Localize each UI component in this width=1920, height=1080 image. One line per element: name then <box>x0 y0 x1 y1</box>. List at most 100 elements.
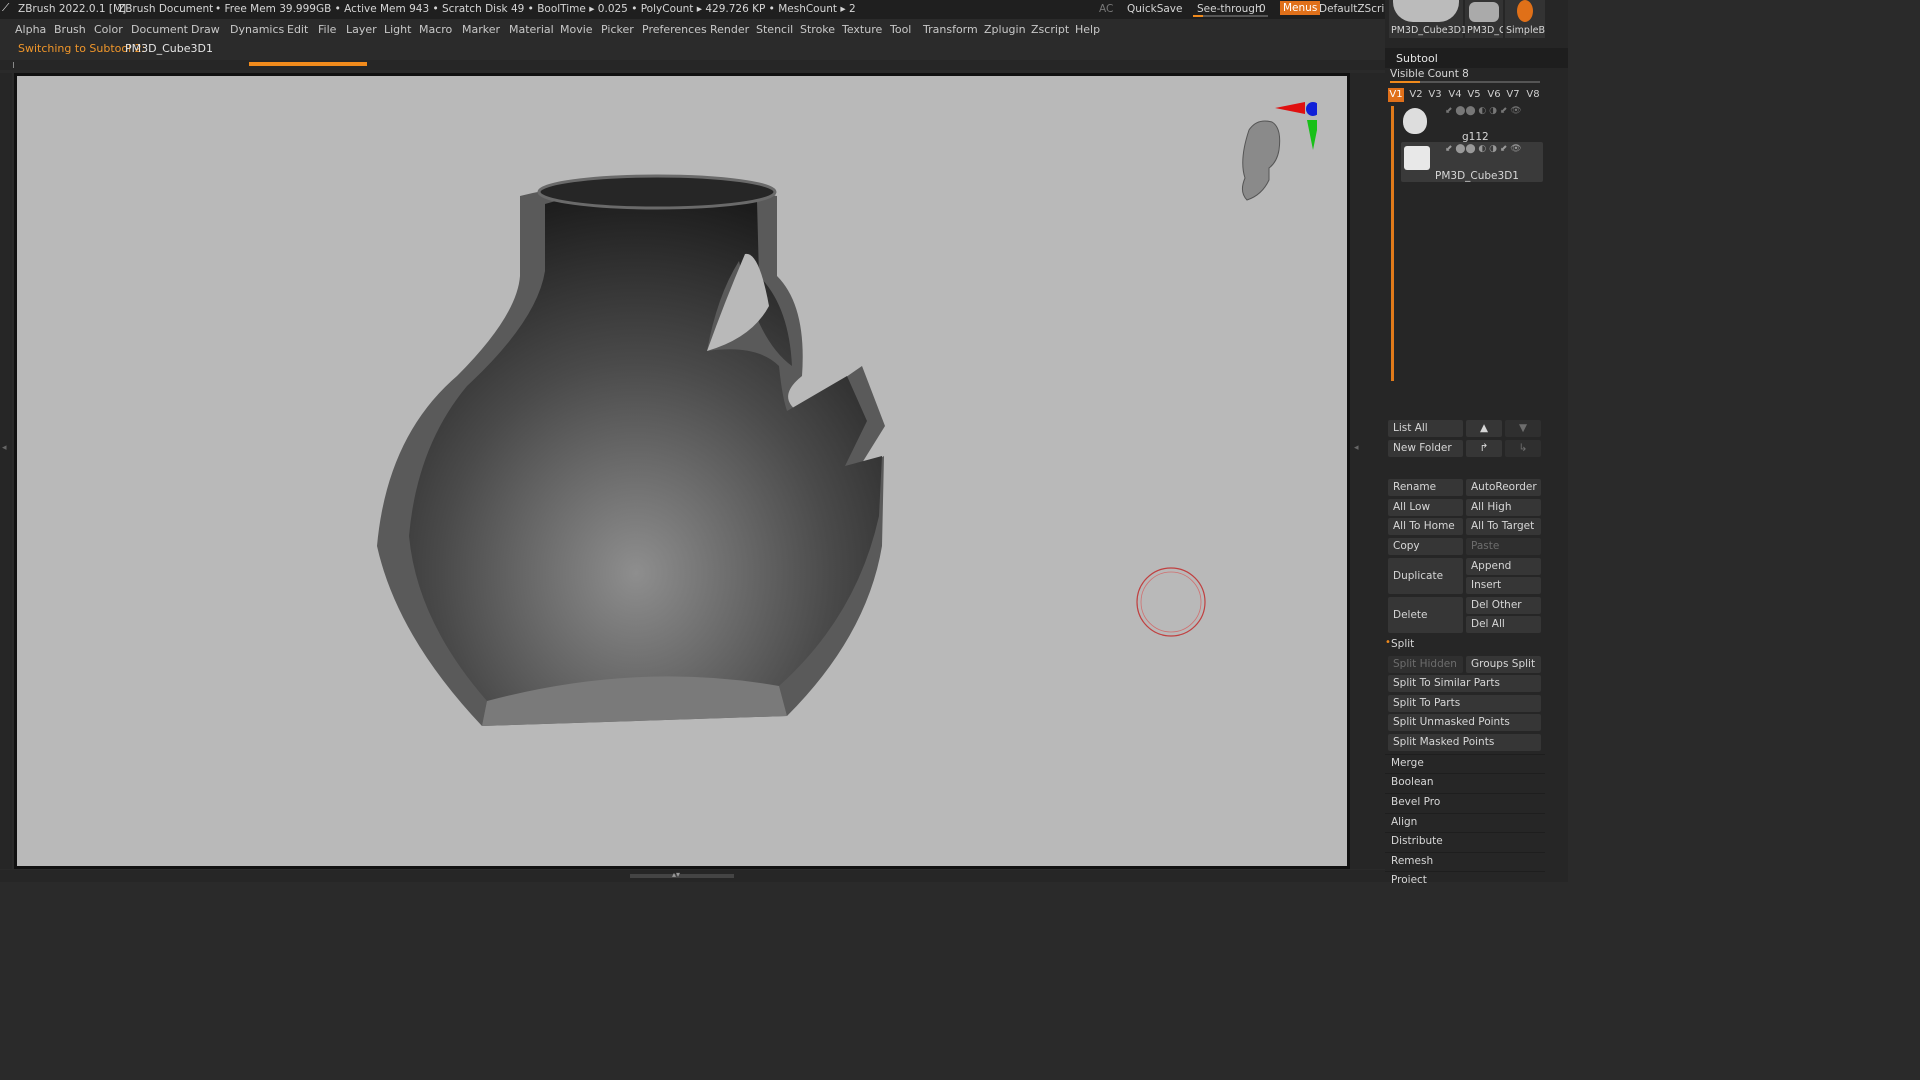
canvas-viewport[interactable] <box>17 76 1347 866</box>
menu-tool[interactable]: Tool <box>890 23 911 36</box>
remesh-section[interactable]: Remesh <box>1385 852 1545 871</box>
menu-picker[interactable]: Picker <box>601 23 634 36</box>
insert-button[interactable]: Insert <box>1466 577 1541 594</box>
menu-edit[interactable]: Edit <box>287 23 308 36</box>
menu-layer[interactable]: Layer <box>346 23 377 36</box>
right-shelf-arrow-icon[interactable]: ◂ <box>1354 443 1359 453</box>
all-low-button[interactable]: All Low <box>1388 499 1463 516</box>
menu-brush[interactable]: Brush <box>54 23 86 36</box>
bevel-pro-section[interactable]: Bevel Pro <box>1385 793 1545 812</box>
split-section-header[interactable]: • Split <box>1385 637 1545 653</box>
duplicate-button[interactable]: Duplicate <box>1388 558 1463 594</box>
vtab-v2[interactable]: V2 <box>1408 88 1424 102</box>
visible-count-label: Visible Count 8 <box>1390 68 1469 80</box>
bevel-pro-label: Bevel Pro <box>1391 796 1441 808</box>
subtool-header[interactable]: Subtool <box>1385 48 1568 68</box>
auto-reorder-button[interactable]: AutoReorder <box>1466 479 1541 496</box>
bottom-shelf-arrow-icon[interactable]: ▴▾ <box>672 870 680 879</box>
tool-thumb-3[interactable]: SimpleB <box>1505 0 1545 38</box>
groups-split-button[interactable]: Groups Split <box>1466 656 1541 673</box>
vtab-v8[interactable]: V8 <box>1525 88 1541 102</box>
menus-toggle[interactable]: Menus <box>1280 1 1321 15</box>
all-to-target-button[interactable]: All To Target <box>1466 518 1541 535</box>
left-shelf-arrow-icon[interactable]: ◂ <box>2 443 7 453</box>
move-up-icon[interactable]: ▲ <box>1466 420 1502 437</box>
tool-thumb-1[interactable]: PM3D_Cube3D1 <box>1389 0 1467 38</box>
move-down-icon[interactable]: ▼ <box>1505 420 1541 437</box>
delete-button[interactable]: Delete <box>1388 597 1463 633</box>
tool-thumb-2[interactable]: PM3D_C <box>1465 0 1503 38</box>
menu-zplugin[interactable]: Zplugin <box>984 23 1026 36</box>
menu-document[interactable]: Document <box>131 23 188 36</box>
menu-zscript[interactable]: Zscript <box>1031 23 1069 36</box>
merge-section[interactable]: Merge <box>1385 754 1545 773</box>
rename-button[interactable]: Rename <box>1388 479 1463 496</box>
menu-file[interactable]: File <box>318 23 336 36</box>
subtool-pm3d-cube-icons[interactable]: ⬋ ⬤⬤ ◐ ◑ ⬋ 👁 <box>1445 144 1522 154</box>
vtab-v3[interactable]: V3 <box>1427 88 1443 102</box>
default-zscript-button[interactable]: DefaultZScript <box>1319 3 1395 15</box>
tool-thumb-1-image <box>1393 0 1459 22</box>
all-high-button[interactable]: All High <box>1466 499 1541 516</box>
split-to-parts-button[interactable]: Split To Parts <box>1388 695 1541 712</box>
menu-dynamics[interactable]: Dynamics <box>230 23 284 36</box>
memory-stats: • Free Mem 39.999GB • Active Mem 943 • S… <box>215 3 856 15</box>
all-to-home-button[interactable]: All To Home <box>1388 518 1463 535</box>
split-hidden-button[interactable]: Split Hidden <box>1388 656 1463 673</box>
boolean-section[interactable]: Boolean <box>1385 773 1545 792</box>
menu-color[interactable]: Color <box>94 23 123 36</box>
zbrush-logo-icon: ⟋ <box>2 2 10 14</box>
list-all-button[interactable]: List All <box>1388 420 1463 437</box>
folder-arrow-icon[interactable]: ↱ <box>1466 440 1502 457</box>
navigation-gizmo[interactable] <box>1227 100 1317 210</box>
menu-bar: Alpha Brush Color Document Draw Dynamics… <box>0 19 1385 40</box>
del-other-button[interactable]: Del Other <box>1466 597 1541 614</box>
menu-light[interactable]: Light <box>384 23 411 36</box>
vtab-v1[interactable]: V1 <box>1388 88 1404 102</box>
menu-help[interactable]: Help <box>1075 23 1100 36</box>
subtool-item-g112[interactable]: ⬋ ⬤⬤ ◐ ◑ ⬋ 👁 g112 <box>1401 104 1543 143</box>
vase-interior <box>409 189 882 701</box>
menu-draw[interactable]: Draw <box>191 23 220 36</box>
visible-count-slider[interactable] <box>1390 81 1540 83</box>
menu-macro[interactable]: Macro <box>419 23 452 36</box>
bottom-shelf-handle[interactable] <box>630 874 734 878</box>
project-section[interactable]: Project <box>1385 871 1545 883</box>
menu-material[interactable]: Material <box>509 23 554 36</box>
subtool-g112-icons[interactable]: ⬋ ⬤⬤ ◐ ◑ ⬋ 👁 <box>1445 106 1522 116</box>
del-all-button[interactable]: Del All <box>1466 616 1541 633</box>
quicksave-button[interactable]: QuickSave <box>1127 3 1182 15</box>
menu-stencil[interactable]: Stencil <box>756 23 793 36</box>
boolean-label: Boolean <box>1391 776 1434 788</box>
folder-out-icon[interactable]: ↳ <box>1505 440 1541 457</box>
menu-render[interactable]: Render <box>710 23 749 36</box>
split-masked-points-button[interactable]: Split Masked Points <box>1388 734 1541 751</box>
subtool-list-scrollbar[interactable] <box>1391 106 1394 381</box>
vtab-v5[interactable]: V5 <box>1466 88 1482 102</box>
menu-movie[interactable]: Movie <box>560 23 593 36</box>
menu-preferences[interactable]: Preferences <box>642 23 707 36</box>
vase-model <box>377 174 885 726</box>
vtab-v7[interactable]: V7 <box>1505 88 1521 102</box>
menu-stroke[interactable]: Stroke <box>800 23 835 36</box>
x-axis-arrow <box>1275 102 1305 114</box>
distribute-section[interactable]: Distribute <box>1385 832 1545 851</box>
status-bar: Switching to Subtool 2: PM3D_Cube3D1 <box>0 40 1385 60</box>
append-button[interactable]: Append <box>1466 558 1541 575</box>
subtool-item-pm3d-cube[interactable]: ⬋ ⬤⬤ ◐ ◑ ⬋ 👁 PM3D_Cube3D1 <box>1401 142 1543 182</box>
split-similar-parts-button[interactable]: Split To Similar Parts <box>1388 675 1541 692</box>
vtab-v6[interactable]: V6 <box>1486 88 1502 102</box>
split-title: Split <box>1391 638 1415 650</box>
menu-texture[interactable]: Texture <box>842 23 882 36</box>
paste-button[interactable]: Paste <box>1466 538 1541 555</box>
copy-button[interactable]: Copy <box>1388 538 1463 555</box>
menu-transform[interactable]: Transform <box>923 23 978 36</box>
menu-marker[interactable]: Marker <box>462 23 500 36</box>
ac-toggle[interactable]: AC <box>1099 3 1113 15</box>
menu-alpha[interactable]: Alpha <box>15 23 46 36</box>
split-unmasked-points-button[interactable]: Split Unmasked Points <box>1388 714 1541 731</box>
new-folder-button[interactable]: New Folder <box>1388 440 1463 457</box>
seethrough-slider[interactable] <box>1193 15 1268 17</box>
vtab-v4[interactable]: V4 <box>1447 88 1463 102</box>
align-section[interactable]: Align <box>1385 813 1545 832</box>
